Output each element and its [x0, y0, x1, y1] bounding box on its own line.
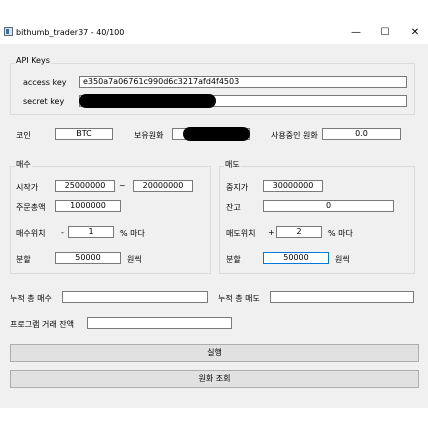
in-use-krw-input[interactable]: 0.0 [322, 128, 401, 140]
secret-key-label: secret key [23, 97, 65, 106]
sell-split-unit: 원씩 [335, 255, 350, 264]
holding-krw-label: 보유원화 [134, 131, 164, 140]
total-buy-label: 누적 총 매수 [10, 294, 52, 303]
coin-input[interactable]: BTC [55, 128, 113, 140]
buy-position-label: 매수위치 [16, 229, 46, 238]
buy-group-label: 매수 [15, 159, 32, 170]
buy-position-input[interactable]: 1 [68, 226, 114, 238]
buy-position-suffix: % 마다 [120, 229, 145, 238]
api-keys-group [10, 63, 415, 115]
minimize-button[interactable]: — [348, 26, 364, 40]
access-key-label: access key [23, 78, 67, 87]
api-keys-group-label: API Keys [15, 56, 51, 65]
program-balance-label: 프로그램 거래 잔액 [10, 320, 74, 329]
order-total-label: 주문총액 [16, 203, 46, 212]
app-icon [4, 27, 13, 36]
stop-price-input[interactable]: 30000000 [263, 180, 323, 192]
buy-end-price-input[interactable]: 20000000 [133, 180, 193, 192]
buy-range-tilde: ~ [119, 181, 126, 190]
buy-start-price-input[interactable]: 25000000 [55, 180, 115, 192]
secret-key-redaction [79, 94, 216, 108]
total-sell-label: 누적 총 매도 [218, 294, 260, 303]
sell-position-label: 매도위치 [226, 229, 256, 238]
in-use-krw-label: 사용중인 원화 [271, 131, 318, 140]
sell-split-label: 분할 [226, 255, 241, 264]
sell-split-input[interactable]: 50000 [263, 252, 329, 264]
run-button[interactable]: 실행 [10, 344, 419, 362]
balance-label: 잔고 [226, 203, 241, 212]
balance-input[interactable]: 0 [263, 200, 394, 212]
total-sell-input[interactable] [270, 291, 414, 303]
sell-position-input[interactable]: 2 [276, 226, 322, 238]
buy-position-sign: - [61, 228, 64, 237]
query-krw-button[interactable]: 원화 조회 [10, 370, 419, 388]
window-title: bithumb_trader37 - 40/100 [16, 28, 125, 37]
buy-split-input[interactable]: 50000 [55, 252, 121, 264]
sell-group-label: 매도 [224, 159, 241, 170]
order-total-input[interactable]: 1000000 [55, 200, 121, 212]
access-key-input[interactable]: e350a7a06761c990d6c3217afd4f4503 [79, 76, 407, 88]
stop-price-label: 중지가 [226, 183, 249, 192]
buy-split-unit: 원씩 [127, 255, 142, 264]
buy-start-price-label: 시작가 [16, 183, 39, 192]
buy-split-label: 분할 [16, 255, 31, 264]
holding-krw-redaction [183, 127, 250, 141]
total-buy-input[interactable] [62, 291, 208, 303]
close-button[interactable]: ✕ [407, 26, 423, 40]
sell-position-sign: + [268, 228, 275, 237]
sell-position-suffix: % 마다 [328, 229, 353, 238]
program-balance-input[interactable] [87, 317, 232, 329]
maximize-button[interactable]: ☐ [377, 26, 393, 40]
coin-label: 코인 [16, 131, 31, 140]
